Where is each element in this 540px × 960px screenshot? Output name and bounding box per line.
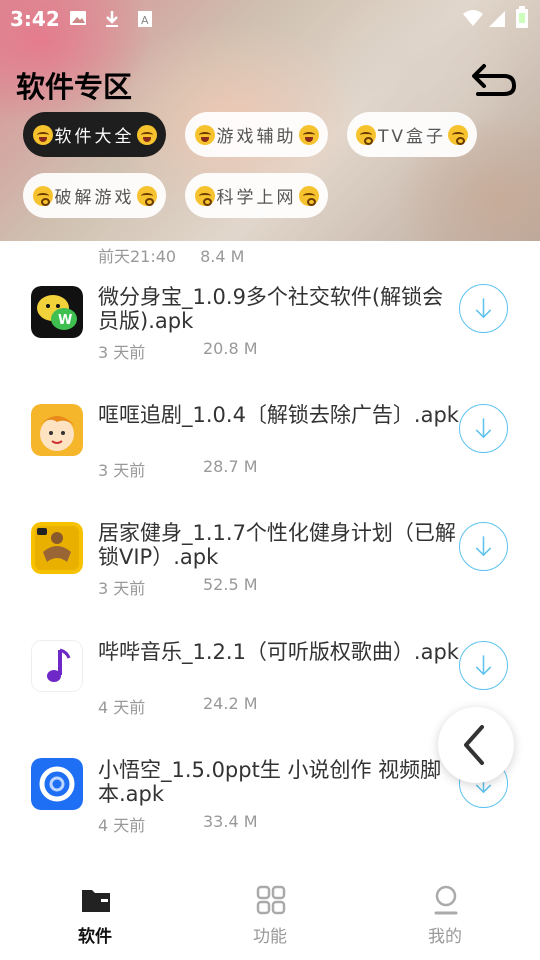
wifi-icon: [463, 10, 483, 26]
person-icon: [434, 885, 458, 915]
chip-label: 游戏辅助: [216, 127, 297, 147]
kissing-face-icon: [194, 185, 215, 206]
chip-tv-box[interactable]: TV盒子: [347, 112, 477, 157]
floating-back-button[interactable]: [438, 707, 514, 783]
wechat-clone-icon: W: [31, 286, 83, 338]
grid-icon: [256, 885, 286, 915]
bottom-tab-bar: 软件 功能 我的: [0, 870, 540, 960]
chip-label: TV盒子: [377, 127, 446, 147]
page-title: 软件专区: [16, 70, 133, 104]
kissing-face-icon: [448, 124, 468, 145]
app-name: 居家健身_1.1.7个性化健身计划（已解锁VIP）.apk: [98, 521, 456, 569]
kissing-face-icon: [298, 185, 319, 206]
chip-cracked-games[interactable]: 破解游戏: [23, 173, 166, 218]
list-item[interactable]: 居家健身_1.1.7个性化健身计划（已解锁VIP）.apk 3 天前 52.5 M: [0, 518, 540, 628]
cartoon-face-icon: [31, 404, 83, 456]
app-name: 小悟空_1.5.0ppt生 小说创作 视频脚本.apk: [98, 758, 442, 806]
svg-text:W: W: [58, 313, 72, 328]
header-banner: 3:42 A 软件专区 软件大全 游戏辅助 TV盒子 破解游戏 科学上网: [0, 0, 540, 241]
tab-label: 软件: [78, 927, 112, 947]
list-item[interactable]: 哐哐追剧_1.0.4〔解锁去除广告〕.apk 3 天前 28.7 M: [0, 400, 540, 510]
download-notification-icon: [106, 11, 118, 27]
app-size: 28.7 M: [203, 457, 258, 476]
fitness-icon: [31, 522, 83, 574]
tab-mine[interactable]: 我的: [355, 870, 535, 960]
app-size: 20.8 M: [203, 339, 258, 358]
status-bar: 3:42 A: [0, 0, 540, 36]
status-time: 3:42: [10, 7, 60, 31]
app-time: 3 天前: [98, 461, 146, 480]
music-note-icon: [31, 640, 83, 692]
smiling-face-icon: [32, 124, 53, 145]
swirl-icon: [31, 758, 83, 810]
chip-label: 科学上网: [216, 188, 297, 208]
app-meta: 3 天前 20.8 M: [98, 339, 258, 363]
smiling-face-icon: [298, 124, 319, 145]
download-button[interactable]: [459, 522, 508, 571]
chip-label: 软件大全: [54, 127, 135, 147]
text-notification-icon: A: [138, 11, 152, 27]
app-meta: 4 天前 24.2 M: [98, 694, 258, 718]
app-size: 52.5 M: [203, 575, 258, 594]
tab-software[interactable]: 软件: [5, 870, 185, 960]
signal-icon: [489, 11, 505, 27]
battery-icon: [516, 6, 528, 28]
previous-item-meta: 前天21:40 8.4 M: [98, 243, 268, 267]
chip-vpn[interactable]: 科学上网: [185, 173, 328, 218]
app-time: 3 天前: [98, 579, 146, 598]
list-item[interactable]: W 微分身宝_1.0.9多个社交软件(解锁会员版).apk 3 天前 20.8 M: [0, 282, 540, 392]
app-meta: 3 天前 52.5 M: [98, 575, 258, 599]
gallery-notification-icon: [70, 11, 86, 25]
kissing-face-icon: [355, 124, 376, 145]
tab-label: 我的: [428, 927, 462, 947]
app-time: 4 天前: [98, 698, 146, 717]
app-time: 4 天前: [98, 816, 146, 835]
app-name: 微分身宝_1.0.9多个社交软件(解锁会员版).apk: [98, 285, 444, 333]
tab-functions[interactable]: 功能: [180, 870, 360, 960]
kissing-face-icon: [32, 185, 53, 206]
download-button[interactable]: [459, 641, 508, 690]
folder-icon: [82, 890, 110, 912]
app-meta: 3 天前 28.7 M: [98, 457, 258, 481]
tab-label: 功能: [253, 927, 287, 947]
chevron-left-icon: [464, 725, 484, 765]
app-size: 33.4 M: [203, 812, 258, 831]
return-icon[interactable]: [470, 60, 518, 102]
app-name: 哔哔音乐_1.2.1（可听版权歌曲）.apk: [98, 640, 459, 664]
smiling-face-icon: [194, 124, 215, 145]
item-time: 前天21:40: [98, 247, 177, 266]
kissing-face-icon: [136, 185, 157, 206]
svg-text:A: A: [141, 14, 149, 27]
app-time: 3 天前: [98, 343, 146, 362]
download-button[interactable]: [459, 284, 508, 333]
app-size: 24.2 M: [203, 694, 258, 713]
chip-label: 破解游戏: [54, 188, 135, 208]
item-size: 8.4 M: [200, 247, 245, 266]
app-name: 哐哐追剧_1.0.4〔解锁去除广告〕.apk: [98, 403, 459, 427]
chip-game-assist[interactable]: 游戏辅助: [185, 112, 328, 157]
smiling-face-icon: [136, 124, 157, 145]
app-meta: 4 天前 33.4 M: [98, 812, 258, 836]
chip-software-all[interactable]: 软件大全: [23, 112, 166, 157]
download-button[interactable]: [459, 404, 508, 453]
